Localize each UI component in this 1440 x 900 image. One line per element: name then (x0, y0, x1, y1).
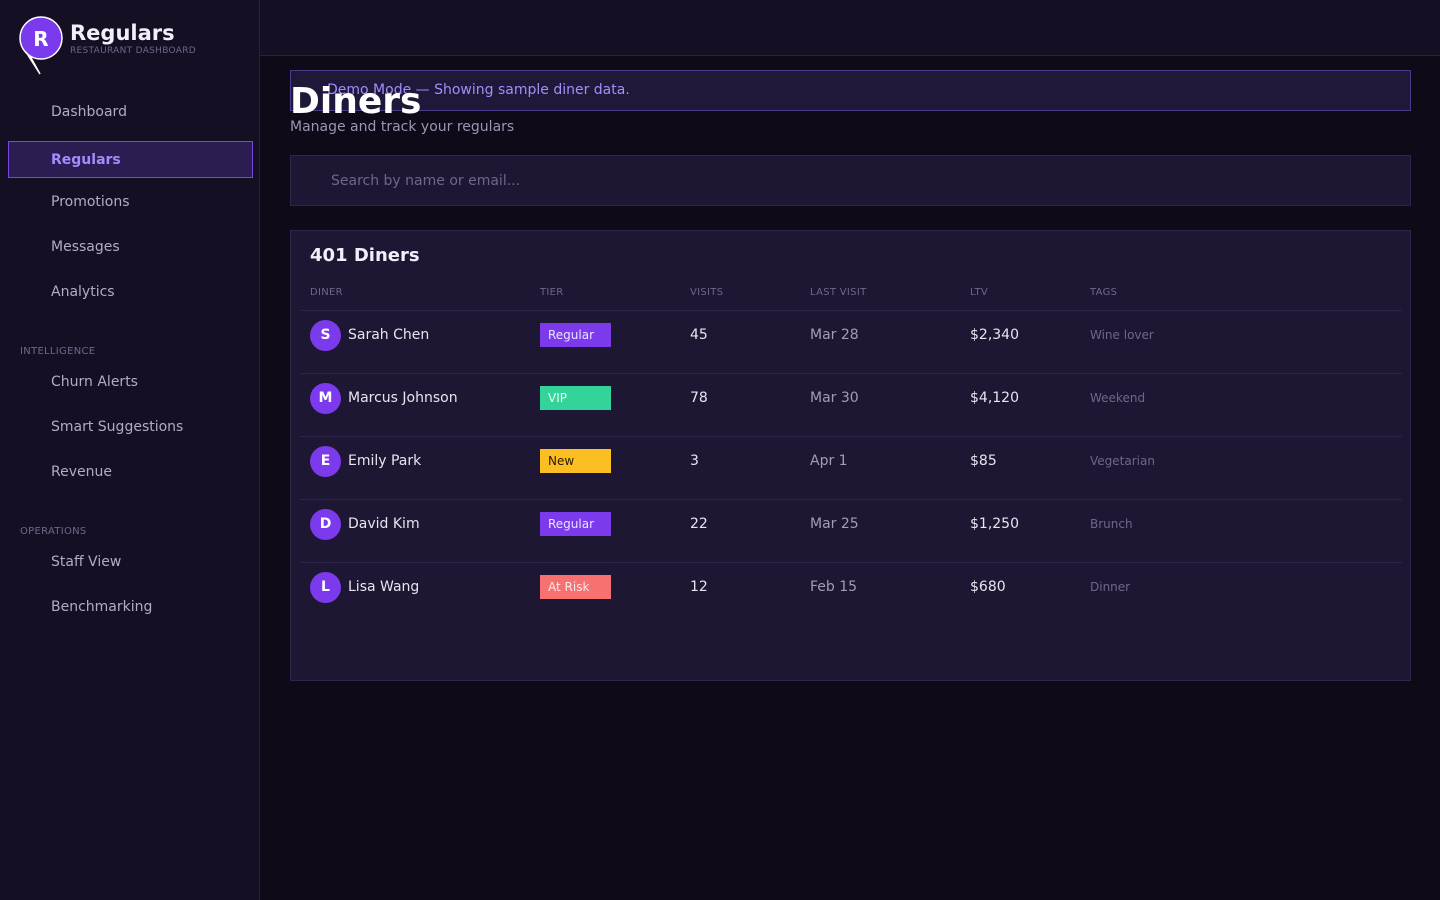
sidebar-item-dashboard[interactable]: Dashboard (8, 93, 253, 130)
sidebar-item-churn-alerts[interactable]: Churn Alerts (8, 363, 253, 400)
column-header-ltv: LTV (970, 287, 989, 298)
avatar: S (310, 320, 341, 351)
last-visit-date: Feb 15 (810, 579, 858, 595)
page-title: Diners (290, 81, 422, 122)
table-row[interactable]: S Sarah Chen Regular 45 Mar 28 $2,340 Wi… (300, 311, 1402, 374)
demo-mode-banner: Demo Mode — Showing sample diner data. (290, 70, 1411, 111)
sidebar-item-analytics[interactable]: Analytics (8, 273, 253, 310)
diner-tags: Vegetarian (1090, 454, 1155, 468)
diner-name: Emily Park (348, 453, 422, 469)
last-visit-date: Mar 28 (810, 327, 859, 343)
diner-tags: Brunch (1090, 517, 1133, 531)
column-header-tags: TAGS (1090, 287, 1118, 298)
table-row[interactable]: D David Kim Regular 22 Mar 25 $1,250 Bru… (300, 500, 1402, 563)
visits-count: 12 (690, 579, 708, 595)
last-visit-date: Mar 25 (810, 516, 859, 532)
visits-count: 22 (690, 516, 708, 532)
sidebar-item-benchmarking[interactable]: Benchmarking (8, 588, 253, 625)
avatar: M (310, 383, 341, 414)
tier-badge: New (540, 449, 611, 473)
avatar: E (310, 446, 341, 477)
brand[interactable]: R Regulars RESTAURANT DASHBOARD (18, 12, 258, 76)
tier-badge: At Risk (540, 575, 611, 599)
regulars-logo: R (19, 16, 63, 75)
sidebar-item-smart-suggestions[interactable]: Smart Suggestions (8, 408, 253, 445)
brand-name: Regulars (70, 21, 175, 45)
lifetime-value: $85 (970, 453, 997, 469)
brand-subtitle: RESTAURANT DASHBOARD (70, 46, 197, 56)
visits-count: 78 (690, 390, 708, 406)
lifetime-value: $680 (970, 579, 1006, 595)
sidebar-item-staff-view[interactable]: Staff View (8, 543, 253, 580)
diner-name: Lisa Wang (348, 579, 420, 595)
lifetime-value: $4,120 (970, 390, 1019, 406)
table-row[interactable]: M Marcus Johnson VIP 78 Mar 30 $4,120 We… (300, 374, 1402, 437)
diners-table: 401 Diners DINER TIER VISITS LAST VISIT … (290, 230, 1411, 681)
brand-initial: R (33, 27, 48, 51)
lifetime-value: $2,340 (970, 327, 1019, 343)
diner-tags: Dinner (1090, 580, 1131, 594)
column-header-diner: DINER (310, 287, 343, 298)
search-input[interactable] (290, 155, 1411, 206)
column-header-tier: TIER (540, 287, 564, 298)
avatar: D (310, 509, 341, 540)
last-visit-date: Mar 30 (810, 390, 859, 406)
diner-count-title: 401 Diners (310, 245, 420, 266)
last-visit-date: Apr 1 (810, 453, 848, 469)
diner-tags: Weekend (1090, 391, 1146, 405)
sidebar-item-regulars[interactable]: Regulars (8, 141, 253, 178)
table-row[interactable]: E Emily Park New 3 Apr 1 $85 Vegetarian (300, 437, 1402, 500)
page-subtitle: Manage and track your regulars (290, 119, 515, 135)
lifetime-value: $1,250 (970, 516, 1019, 532)
diner-name: David Kim (348, 516, 420, 532)
column-header-visits: VISITS (690, 287, 724, 298)
visits-count: 45 (690, 327, 708, 343)
tier-badge: Regular (540, 323, 611, 347)
top-bar (260, 0, 1440, 56)
nav-section-operations: OPERATIONS (20, 526, 87, 537)
tier-badge: VIP (540, 386, 611, 410)
table-row[interactable]: L Lisa Wang At Risk 12 Feb 15 $680 Dinne… (300, 563, 1402, 626)
sidebar-item-messages[interactable]: Messages (8, 228, 253, 265)
nav-section-intelligence: INTELLIGENCE (20, 346, 96, 357)
sidebar-item-promotions[interactable]: Promotions (8, 183, 253, 220)
sidebar: R Regulars RESTAURANT DASHBOARD Dashboar… (0, 0, 260, 900)
visits-count: 3 (690, 453, 699, 469)
column-header-last-visit: LAST VISIT (810, 287, 867, 298)
sidebar-item-revenue[interactable]: Revenue (8, 453, 253, 490)
diner-name: Marcus Johnson (348, 390, 458, 406)
tier-badge: Regular (540, 512, 611, 536)
diner-name: Sarah Chen (348, 327, 430, 343)
diner-tags: Wine lover (1090, 328, 1154, 342)
avatar: L (310, 572, 341, 603)
